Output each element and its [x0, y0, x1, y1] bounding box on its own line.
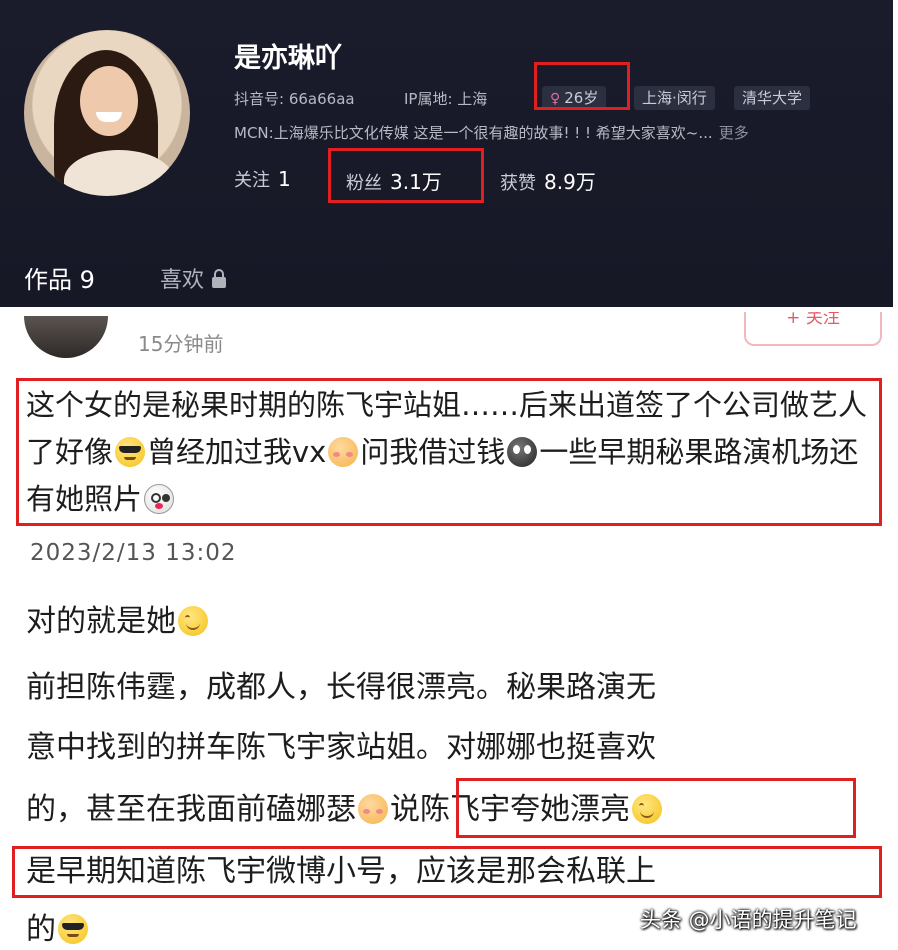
likes-count: 8.9万 [544, 170, 596, 194]
cool-emoji-icon-2 [58, 914, 88, 944]
highlight-box-fans [328, 148, 484, 203]
avatar-face [80, 66, 138, 136]
highlight-box-praise [456, 778, 856, 838]
following-stat[interactable]: 关注 1 [234, 166, 291, 192]
following-label: 关注 [234, 170, 270, 191]
highlight-box-weibo [12, 846, 882, 898]
profile-avatar[interactable] [24, 30, 190, 196]
ip-location: IP属地: 上海 [404, 90, 488, 108]
post-line-1-text: 对的就是她 [26, 604, 176, 639]
watermark: 头条 @小语的提升笔记 [640, 908, 857, 932]
tab-works[interactable]: 作品 9 [24, 260, 95, 295]
school-tag: 清华大学 [734, 86, 811, 110]
post-line-4a: 的，甚至在我面前磕娜瑟 [26, 792, 356, 827]
follow-button[interactable]: + 关注 [744, 312, 882, 346]
post-date: 2023/2/13 13:02 [30, 540, 237, 566]
district-tag: 上海·闵行 [634, 86, 715, 110]
comment-time: 15分钟前 [138, 332, 224, 356]
tab-likes[interactable]: 喜欢 [160, 262, 227, 294]
post-line-6-text: 的 [26, 912, 56, 947]
likes-label: 获赞 [500, 173, 536, 194]
highlight-box-age [534, 62, 630, 110]
lock-icon [212, 269, 227, 288]
following-count: 1 [278, 167, 291, 191]
profile-name: 是亦琳吖 [234, 43, 342, 74]
post-line-2: 前担陈伟霆，成都人，长得很漂亮。秘果路演无 [26, 670, 656, 705]
post-line-1: 对的就是她 [26, 596, 210, 640]
blush-emoji-icon [358, 794, 388, 824]
highlight-box-comment [16, 378, 882, 526]
douyin-id: 抖音号: 66a66aa [234, 90, 355, 108]
bio-text: MCN:上海爆乐比文化传媒 这是一个很有趣的故事! ! ! 希望大家喜欢~... [234, 124, 713, 142]
tab-likes-label: 喜欢 [160, 268, 205, 293]
likes-stat[interactable]: 获赞 8.9万 [500, 166, 596, 195]
bio-more-link[interactable]: 更多 [719, 124, 749, 142]
right-edge-strip [893, 0, 898, 950]
profile-bio: MCN:上海爆乐比文化传媒 这是一个很有趣的故事! ! ! 希望大家喜欢~...… [234, 122, 749, 143]
post-line-3: 意中找到的拼车陈飞宇家站姐。对娜娜也挺喜欢 [26, 730, 656, 765]
commenter-avatar[interactable] [24, 316, 108, 358]
smile-emoji-icon [178, 606, 208, 636]
profile-header: 是亦琳吖 抖音号: 66a66aa IP属地: 上海 ♀ 26岁 上海·闵行 清华… [0, 0, 893, 307]
post-line-6: 的 [26, 904, 90, 948]
